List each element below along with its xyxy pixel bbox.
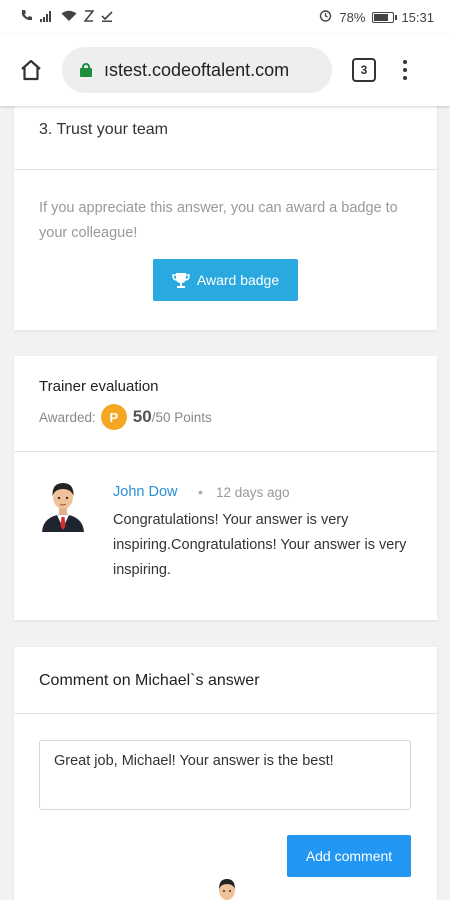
menu-dot-icon (403, 68, 407, 72)
divider (14, 169, 437, 170)
points-total: /50 Points (151, 409, 212, 425)
avatar (40, 476, 86, 532)
address-bar[interactable]: ıstest.codeoftalent.com (62, 47, 332, 93)
comment-timestamp: 12 days ago (216, 485, 290, 500)
award-badge-label: Award badge (196, 272, 280, 288)
url-text: ıstest.codeoftalent.com (104, 59, 290, 80)
award-prompt-text: If you appreciate this answer, you can a… (39, 200, 398, 241)
download-done-icon (101, 10, 113, 25)
trainer-evaluation-card: Trainer evaluation Awarded: P 50 /50 Poi… (14, 356, 437, 620)
avatar (214, 877, 240, 900)
divider (14, 713, 437, 714)
battery-level (374, 13, 389, 21)
comment-author-link[interactable]: John Dow (113, 484, 177, 500)
evaluation-title: Trainer evaluation (39, 378, 159, 395)
wifi-icon (61, 10, 77, 25)
alarm-icon (319, 9, 332, 25)
award-badge-button[interactable]: Award badge (153, 259, 298, 301)
trophy-icon (172, 272, 190, 288)
status-icons-left (20, 9, 113, 25)
awarded-points-row: Awarded: P 50 /50 Points (39, 404, 212, 430)
vibrate-icon (83, 9, 95, 25)
comment-form-heading: Comment on Michael`s answer (39, 672, 260, 689)
points-value: 50 (132, 407, 152, 426)
signal-icon (40, 10, 54, 25)
divider (14, 451, 437, 452)
wifi-calling-icon (20, 9, 33, 25)
comment-form-card: Comment on Michael`s answer Add comment (14, 647, 437, 900)
user-avatar-icon (219, 879, 235, 900)
lock-icon (80, 63, 92, 77)
battery-percent: 78% (339, 9, 366, 25)
status-bar: 78% 15:31 (0, 0, 450, 34)
answer-list-item: 3. Trust your team (39, 121, 168, 138)
trainer-avatar-icon (42, 483, 84, 532)
battery-icon (372, 11, 398, 23)
answer-card: 3. Trust your team If you appreciate thi… (14, 96, 437, 330)
home-button[interactable] (14, 53, 48, 87)
awarded-label: Awarded: (39, 409, 96, 425)
home-icon (21, 59, 41, 81)
comment-input[interactable] (39, 740, 411, 810)
trainer-comment-text: Congratulations! Your answer is very ins… (113, 512, 407, 578)
menu-dot-icon (403, 76, 407, 80)
status-icons-right: 78% 15:31 (319, 9, 434, 25)
add-comment-button[interactable]: Add comment (287, 835, 411, 877)
tab-switcher-button[interactable]: 3 (352, 58, 376, 82)
overflow-menu-button[interactable] (400, 60, 410, 80)
menu-dot-icon (403, 60, 407, 64)
browser-toolbar: ıstest.codeoftalent.com 3 (0, 34, 450, 106)
points-badge-icon: P (100, 404, 127, 430)
meta-separator: • (198, 484, 203, 500)
clock: 15:31 (401, 9, 434, 25)
